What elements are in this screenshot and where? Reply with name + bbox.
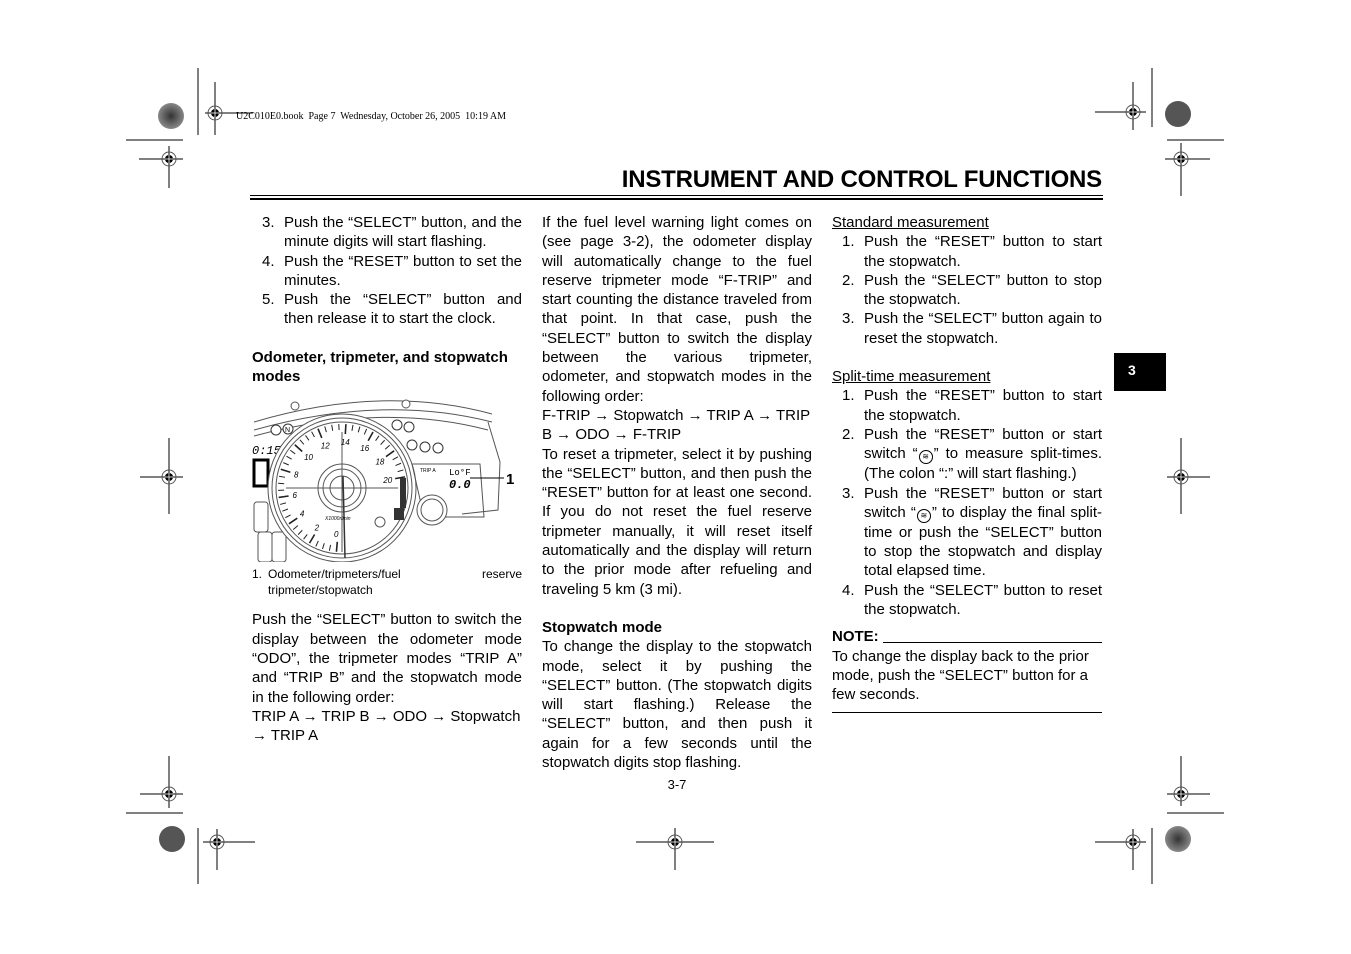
title-rule-thick [250, 198, 1103, 200]
gauge-label: 18 [375, 458, 384, 467]
gauge-label: 0 [334, 530, 339, 539]
list-item: 2. Push the “SELECT” button to stop the s… [842, 271, 1102, 309]
turn-right-indicator-icon [403, 421, 415, 433]
column-1: 3. Push the “SELECT” button, and the minu… [252, 213, 522, 745]
section-heading: Odometer, tripmeter, and stopwatch modes [252, 348, 508, 386]
chapter-tab[interactable]: 3 [1114, 353, 1166, 391]
subsection-heading: Standard measurement [832, 214, 989, 231]
gauge-label: 2 [314, 524, 320, 533]
column-2: If the fuel level warning light comes on… [542, 213, 812, 772]
list-item: 3. Push the “RESET” button or start switc… [842, 484, 1102, 580]
page-title: INSTRUMENT AND CONTROL FUNCTIONS [621, 166, 1102, 193]
registration-mark-middle-left [140, 438, 183, 514]
paragraph: To change the display to the stopwatch m… [542, 638, 812, 772]
gauge-label: 6 [293, 491, 298, 500]
registration-mark-top-right [1095, 68, 1224, 196]
instrument-cluster-figure: N 0:15 0 2 4 6 8 10 12 14 16 18 20 X1000… [252, 392, 522, 563]
figure-callout-1: 1 [506, 471, 514, 488]
gauge-label: 4 [300, 510, 305, 519]
paragraph: To reset a tripmeter, select it by pushi… [542, 445, 812, 598]
high-beam-indicator-icon [391, 419, 403, 431]
turn-left-indicator-icon [270, 424, 282, 436]
fuel-indicator-icon [432, 442, 444, 454]
list-item: 1. Push the “RESET” button to start the s… [842, 233, 1102, 270]
gauge-tick [335, 542, 339, 553]
gauge-tick [344, 424, 347, 435]
title-rule [250, 195, 1103, 196]
gauge-label: 20 [382, 476, 392, 485]
note-end-rule [832, 711, 1102, 713]
registration-mark-bottom-right [1095, 756, 1224, 884]
lcd-value: 0.0 [449, 478, 471, 492]
standard-measurement-steps: 1. Push the “RESET” button to start the s… [832, 232, 1102, 348]
instrument-cluster-illustration: N 0:15 024681012 14161820 X1000r/min TRI… [252, 399, 514, 563]
trip-label: TRIP A [420, 468, 436, 474]
page-number: 3-7 [667, 777, 687, 792]
start-switch-icon: ≋ [916, 508, 931, 523]
chapter-tab-label: 3 [1128, 362, 1136, 378]
clock-setting-steps: 3. Push the “SELECT” button, and the minu… [252, 213, 522, 329]
gauge-label: 16 [360, 444, 369, 453]
list-item: 3. Push the “SELECT” button again to rese… [842, 310, 1102, 347]
list-item: 4. Push the “SELECT” button to reset the … [842, 581, 1102, 619]
list-item: 1. Push the “RESET” button to start the s… [842, 387, 1102, 424]
mode-sequence: TRIP A → TRIP B → ODO → Stopwatch → TRIP… [252, 707, 521, 745]
caption-number: 1. [252, 567, 263, 582]
paragraph: Push the “SELECT” button to switch the d… [252, 611, 522, 706]
note-rule [882, 641, 1102, 643]
unit-label: X1000r/min [324, 516, 351, 522]
column-3: Standard measurement 1. Push the “RESET” … [832, 213, 1102, 713]
split-time-steps: 1. Push the “RESET” button to start the s… [832, 386, 1102, 619]
list-item: 3. Push the “SELECT” button, and the minu… [262, 214, 522, 251]
mode-sequence: F-TRIP → Stopwatch → TRIP A → TRIP B → O… [542, 406, 810, 444]
gauge-label: 10 [304, 453, 313, 462]
registration-mark-bottom-left [126, 756, 255, 884]
caption-text: Odometer/tripmeters/fuel reserve tripmet… [268, 567, 522, 598]
registration-mark-bottom-center [636, 828, 714, 870]
coolant-indicator-icon [406, 439, 418, 451]
book-metadata: U2C010E0.book Page 7 Wednesday, October … [236, 111, 506, 122]
note-header: NOTE: [832, 627, 1102, 646]
gauge-label: 8 [294, 471, 299, 480]
lcd-top: Lo°F [449, 468, 471, 478]
registration-mark-middle-right [1167, 438, 1210, 514]
svg-text:N: N [285, 427, 290, 434]
color-target-icon [158, 103, 184, 129]
gauge-label: 12 [321, 442, 330, 451]
figure-caption: 1. Odometer/tripmeters/fuel reserve trip… [252, 566, 522, 598]
color-target-icon [1165, 826, 1191, 852]
section-heading: Stopwatch mode [542, 618, 663, 636]
list-item: 5. Push the “SELECT” button and then rele… [262, 291, 522, 328]
list-item: 4. Push the “RESET” button to set the min… [262, 252, 522, 289]
subsection-heading: Split-time measurement [832, 368, 991, 386]
list-item: 2. Push the “RESET” button or start switc… [842, 425, 1102, 483]
note-label: NOTE: [832, 628, 879, 646]
registration-mark-top-left [126, 68, 253, 188]
start-switch-icon: ≋ [918, 450, 933, 465]
oil-indicator-icon [419, 441, 431, 453]
paragraph: If the fuel level warning light comes on… [542, 214, 812, 405]
note-text: To change the display back to the prior … [832, 647, 1089, 704]
